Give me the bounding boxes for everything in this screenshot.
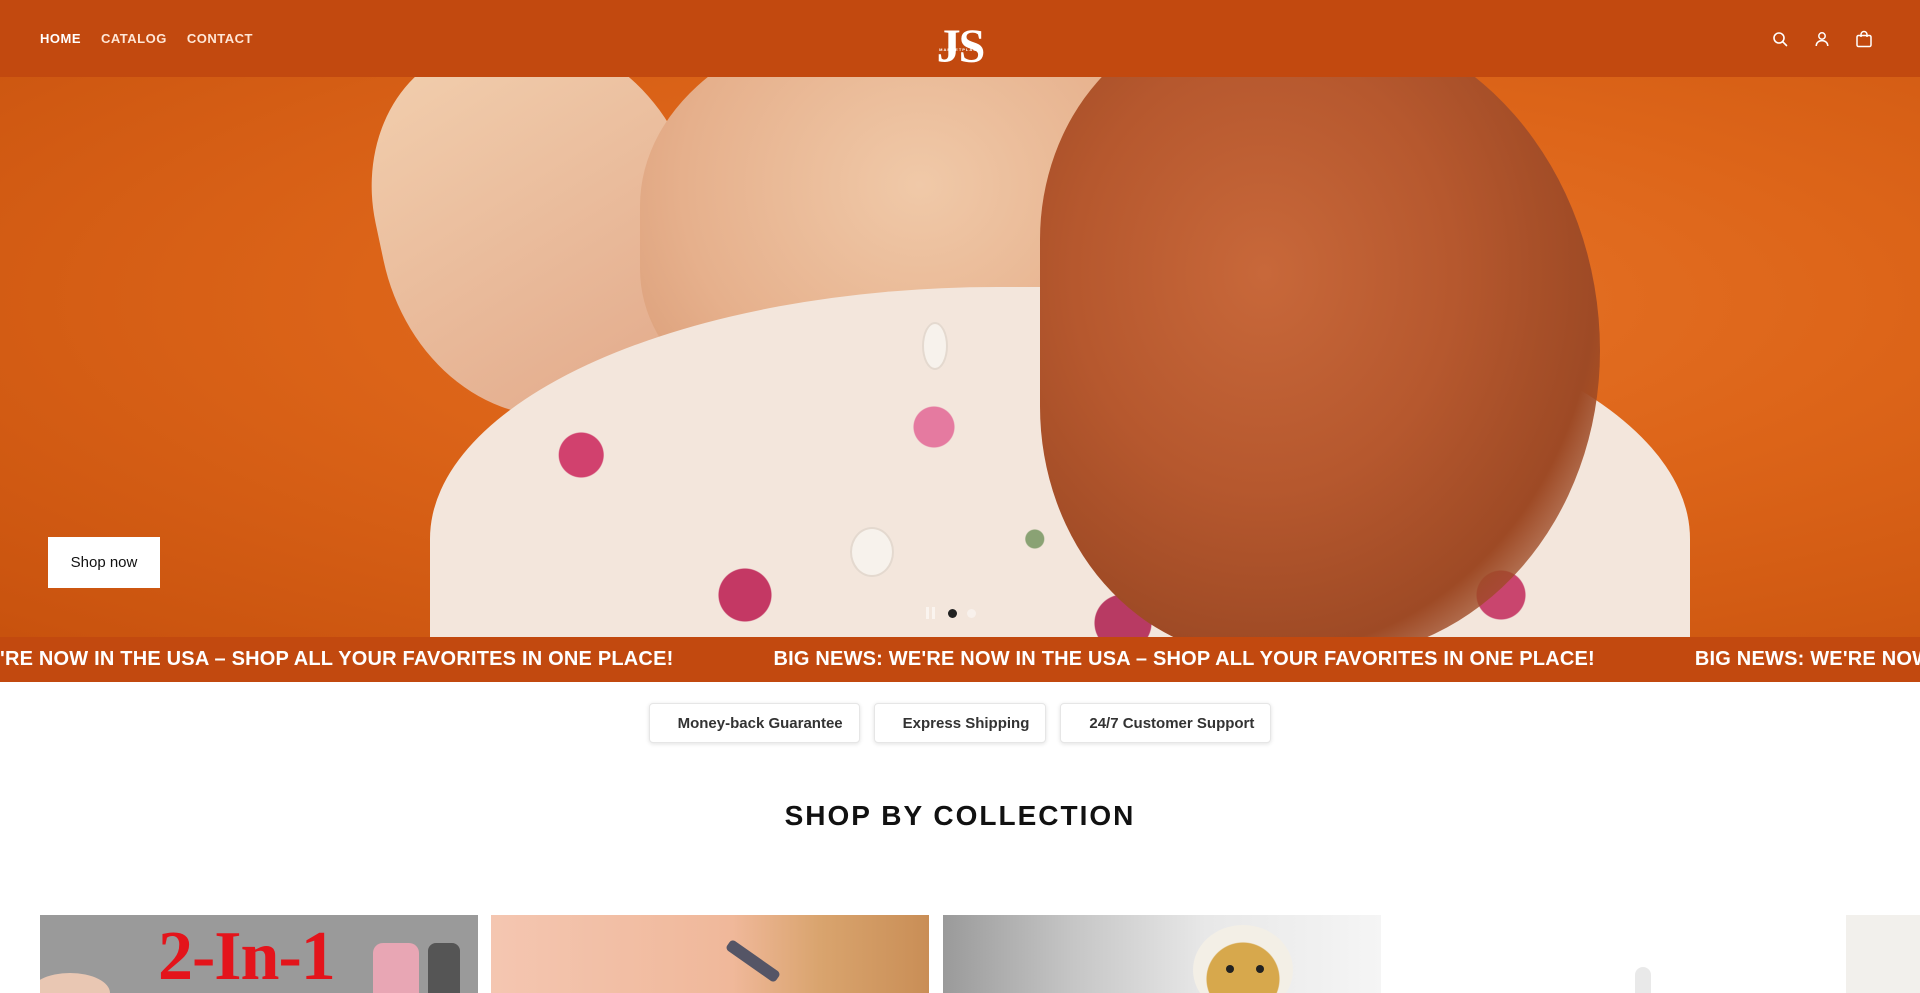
announcement-text: BIG NEWS: WE'RE NOW IN THE USA – SHOP AL… — [773, 648, 1595, 670]
collection-image-product — [373, 943, 419, 993]
badge-money-back: Money-back Guarantee — [648, 703, 860, 743]
badge-express-shipping: Express Shipping — [873, 703, 1047, 743]
search-icon[interactable] — [1770, 29, 1790, 49]
collection-card[interactable] — [943, 915, 1381, 993]
collection-card-headline: 2-In-1 — [158, 918, 336, 993]
announcement-marquee: 'RE NOW IN THE USA – SHOP ALL YOUR FAVOR… — [0, 637, 1920, 682]
slide-dot-2[interactable] — [967, 608, 976, 618]
badge-customer-support: 24/7 Customer Support — [1060, 703, 1272, 743]
collection-image-tool — [724, 938, 782, 984]
site-logo[interactable]: JS MARKETPLACE — [929, 10, 991, 70]
logo-subtext: MARKETPLACE — [939, 46, 981, 52]
collection-image-product — [428, 943, 460, 993]
hero-image-dress-button — [850, 527, 894, 577]
slide-dot-1[interactable] — [948, 608, 957, 618]
header-actions — [1770, 0, 1874, 77]
pause-icon[interactable] — [926, 607, 938, 619]
collection-image-dog-eye — [1226, 965, 1234, 973]
collection-image-dog — [1193, 925, 1293, 993]
main-nav: HOME CATALOG CONTACT — [40, 0, 253, 77]
slider-controls — [926, 607, 976, 619]
marquee-track: 'RE NOW IN THE USA – SHOP ALL YOUR FAVOR… — [0, 637, 1920, 682]
site-header: HOME CATALOG CONTACT JS MARKETPLACE — [0, 0, 1920, 77]
shop-now-button[interactable]: Shop now — [48, 537, 160, 588]
collection-card[interactable] — [491, 915, 929, 993]
hero-slideshow — [0, 77, 1920, 637]
account-icon[interactable] — [1812, 29, 1832, 49]
announcement-text: 'RE NOW IN THE USA – SHOP ALL YOUR FAVOR… — [0, 648, 674, 670]
announcement-text: BIG NEWS: WE'RE NOW IN THE — [1694, 648, 1920, 670]
collection-card[interactable] — [1846, 915, 1920, 993]
collection-card[interactable]: 2-In-1 — [40, 915, 478, 993]
nav-contact[interactable]: CONTACT — [187, 31, 253, 46]
section-title: SHOP BY COLLECTION — [784, 800, 1136, 831]
trust-badges: Money-back Guarantee Express Shipping 24… — [0, 703, 1920, 743]
collection-image-dog-eye — [1256, 965, 1264, 973]
cart-icon[interactable] — [1854, 29, 1874, 49]
hero-image-dress-button — [922, 322, 948, 370]
nav-home[interactable]: HOME — [40, 31, 81, 46]
collection-card[interactable] — [1395, 915, 1833, 993]
collection-image-bottle — [1635, 967, 1651, 993]
nav-catalog[interactable]: CATALOG — [101, 31, 167, 46]
hero-image-hair — [1040, 77, 1600, 637]
collection-grid: 2-In-1 — [40, 915, 1920, 993]
collection-image-hand — [40, 973, 110, 993]
